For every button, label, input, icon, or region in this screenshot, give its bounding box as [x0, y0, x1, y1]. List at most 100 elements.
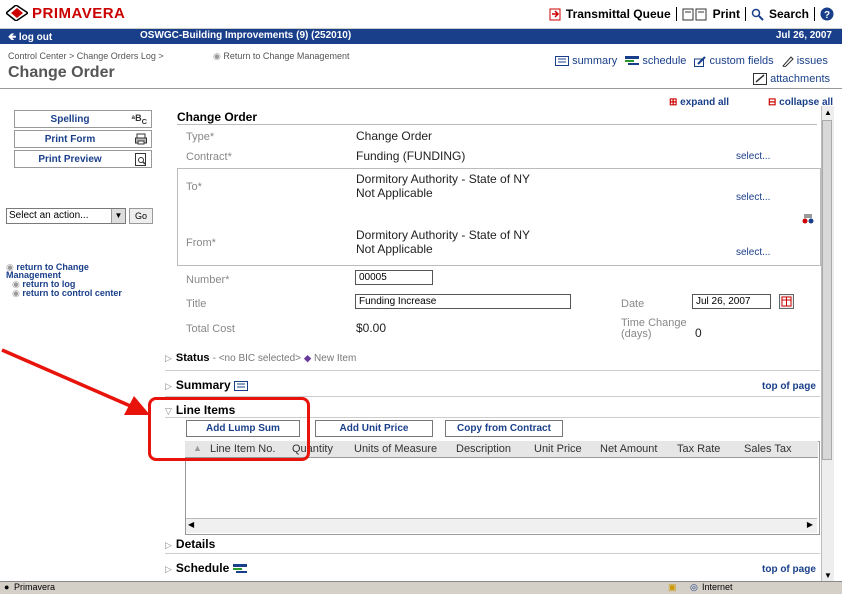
print-link[interactable]: Print	[713, 7, 740, 21]
plus-icon: ⊞	[669, 97, 678, 108]
to-value-line2: Not Applicable	[356, 186, 433, 200]
chevron-right-icon: ▷	[165, 353, 172, 363]
schedule-icon	[625, 56, 640, 66]
top-of-page-link[interactable]: top of page	[762, 564, 816, 575]
expand-all-link[interactable]: ⊞ expand all	[669, 97, 729, 108]
spelling-label: Spelling	[50, 114, 90, 125]
project-name: OSWGC-Building Improvements (9) (252010)	[140, 30, 352, 41]
contract-value: Funding (FUNDING)	[356, 149, 466, 163]
diamond-icon: ◆	[304, 353, 311, 363]
search-icon	[751, 8, 764, 21]
bullet-icon: ◉	[213, 51, 221, 61]
contract-label: Contract*	[186, 151, 232, 163]
return-change-management-link[interactable]: ◉ Return to Change Management	[213, 51, 349, 62]
question-icon[interactable]: ?	[820, 7, 834, 21]
scroll-up-icon[interactable]: ▲	[824, 108, 832, 117]
to-select-link[interactable]: select...	[736, 192, 770, 203]
total-cost-label: Total Cost	[186, 323, 235, 335]
go-button[interactable]: Go	[129, 208, 153, 224]
title-divider	[0, 88, 842, 89]
primavera-logo[interactable]: PRIMAVERA	[6, 3, 125, 23]
column-header[interactable]: Description	[456, 443, 511, 455]
tab-issues[interactable]: issues	[781, 55, 828, 67]
status-section-header[interactable]: ▷ Status - <no BIC selected> ◆ New Item	[165, 352, 356, 364]
return-control-center-link[interactable]: ◉ return to control center	[12, 289, 122, 298]
tab-issues-label: issues	[796, 55, 828, 67]
summary-section-header[interactable]: ▷ Summary	[165, 378, 248, 392]
divider	[814, 7, 815, 21]
tab-attachments[interactable]: attachments	[753, 73, 830, 86]
scroll-left-icon[interactable]: ◀	[188, 520, 194, 529]
scrollbar-thumb[interactable]	[822, 120, 832, 460]
contract-select-link[interactable]: select...	[736, 151, 770, 162]
logout-link[interactable]: 🡸 log out	[8, 30, 52, 47]
date-label: Date	[621, 298, 645, 310]
time-change-label: Time Change (days)	[621, 318, 687, 340]
print-form-button[interactable]: Print Form	[14, 130, 152, 148]
search-link[interactable]: Search	[769, 7, 809, 21]
spelling-button[interactable]: Spelling ᵃBC	[14, 110, 152, 128]
from-value-line2: Not Applicable	[356, 242, 433, 256]
chevron-right-icon: ▷	[165, 381, 172, 391]
custom-fields-icon	[694, 55, 707, 67]
scroll-down-icon[interactable]: ▼	[824, 571, 832, 580]
column-header[interactable]: Net Amount	[600, 443, 657, 455]
tab-custom-fields-label: custom fields	[709, 55, 774, 67]
from-select-link[interactable]: select...	[736, 247, 770, 258]
type-label: Type*	[186, 131, 215, 143]
scroll-right-icon[interactable]: ▶	[807, 520, 813, 529]
number-label: Number*	[186, 274, 230, 286]
top-header: PRIMAVERA Transmittal Queue Print Search…	[0, 0, 842, 29]
minus-icon: ⊟	[768, 97, 777, 108]
print-icon	[682, 8, 707, 20]
issues-icon	[781, 55, 794, 67]
summary-label: Summary	[175, 378, 231, 392]
column-header[interactable]: Tax Rate	[677, 443, 720, 455]
status-new-item: New Item	[314, 353, 357, 364]
globe-icon: ◎	[690, 582, 698, 592]
title-label: Title	[186, 298, 207, 310]
chevron-down-icon[interactable]: ▼	[111, 209, 125, 223]
status-zone: Internet	[702, 582, 733, 592]
title-input[interactable]: Funding Increase	[355, 294, 571, 309]
add-unit-price-button[interactable]: Add Unit Price	[315, 420, 433, 437]
top-links: Transmittal Queue Print Search ?	[549, 7, 834, 21]
tab-summary-label: summary	[572, 55, 618, 67]
time-change-value: 0	[695, 326, 702, 340]
horizontal-scrollbar[interactable]: ◀ ▶	[186, 518, 817, 533]
copy-from-contract-button[interactable]: Copy from Contract	[445, 420, 563, 437]
from-value-line1: Dormitory Authority - State of NY	[356, 228, 531, 242]
top-of-page-link[interactable]: top of page	[762, 381, 816, 392]
details-section-header[interactable]: ▷ Details	[165, 537, 215, 551]
to-label: To*	[186, 181, 202, 193]
attachments-icon	[753, 73, 768, 86]
divider	[675, 7, 677, 21]
summary-icon	[555, 56, 569, 67]
chevron-right-icon: ▷	[165, 540, 172, 550]
number-input[interactable]: 00005	[355, 270, 433, 285]
tab-schedule[interactable]: schedule	[625, 55, 686, 67]
status-app-name: Primavera	[14, 582, 56, 592]
tab-custom-fields[interactable]: custom fields	[694, 55, 774, 67]
svg-text:?: ?	[824, 10, 830, 21]
calendar-icon[interactable]	[779, 294, 794, 309]
breadcrumb[interactable]: Control Center > Change Orders Log >	[8, 51, 164, 61]
column-header[interactable]: Unit Price	[534, 443, 582, 455]
transmittal-queue-link[interactable]: Transmittal Queue	[566, 7, 671, 21]
tab-summary[interactable]: summary	[555, 55, 617, 67]
print-preview-button[interactable]: Print Preview	[14, 150, 152, 168]
action-select[interactable]: Select an action... ▼	[6, 208, 126, 224]
form-section-title: Change Order	[177, 110, 258, 124]
lock-icon: ▣	[668, 582, 677, 592]
print-preview-label: Print Preview	[38, 154, 102, 165]
date-input[interactable]: Jul 26, 2007	[692, 294, 771, 309]
schedule-section-header[interactable]: ▷ Schedule	[165, 561, 247, 575]
time-change-label-line2: (days)	[621, 328, 652, 340]
to-value-line1: Dormitory Authority - State of NY	[356, 172, 531, 186]
current-date: Jul 26, 2007	[775, 30, 832, 41]
spelling-icon: ᵃBC	[131, 113, 147, 126]
swap-users-icon[interactable]	[802, 214, 814, 224]
column-header[interactable]: Units of Measure	[354, 443, 437, 455]
column-header[interactable]: Sales Tax	[744, 443, 792, 455]
schedule-icon	[232, 563, 247, 573]
